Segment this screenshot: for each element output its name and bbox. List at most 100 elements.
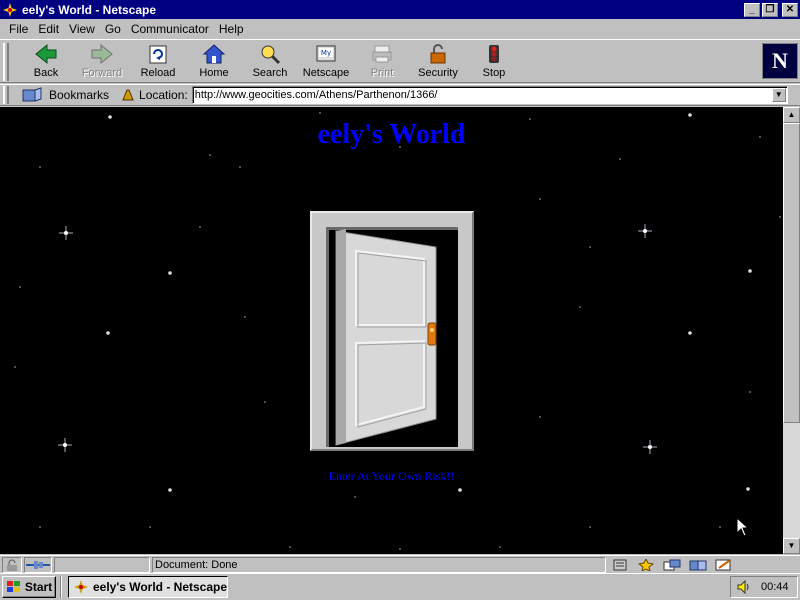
star [688, 113, 692, 117]
mouse-cursor-icon [736, 517, 750, 537]
minimize-button[interactable]: _ [744, 2, 760, 17]
star [619, 158, 621, 160]
netscape-logo[interactable]: N [762, 43, 798, 79]
sparkle-star [643, 440, 657, 454]
star [149, 526, 151, 528]
star [746, 487, 750, 491]
location-label-group: Location: [121, 88, 188, 102]
vertical-scrollbar[interactable]: ▲ ▼ [783, 107, 800, 554]
door-icon [335, 229, 437, 446]
menu-view[interactable]: View [64, 22, 100, 36]
windows-taskbar: Start eely's World - Netscape 00:44 [0, 573, 800, 600]
print-label: Print [370, 67, 394, 79]
menu-file[interactable]: File [4, 22, 33, 36]
reload-button[interactable]: Reload [130, 43, 186, 81]
search-button[interactable]: Search [242, 43, 298, 81]
svg-text:My: My [321, 49, 331, 57]
page-heading: eely's World [317, 119, 466, 150]
sparkle-star [638, 224, 652, 238]
address-book-component-icon[interactable] [688, 558, 708, 572]
sparkle-star [58, 438, 72, 452]
star [589, 526, 591, 528]
netscape-button[interactable]: My Netscape [298, 43, 354, 81]
stop-label: Stop [482, 67, 506, 79]
scroll-thumb[interactable] [783, 123, 800, 423]
navigator-component-icon[interactable] [610, 558, 630, 572]
star [199, 226, 201, 228]
printer-icon [370, 43, 394, 65]
enter-link-text[interactable]: Enter At Your Own Risk!! [0, 469, 783, 484]
taskbar-task-label: eely's World - Netscape [93, 580, 228, 594]
back-button[interactable]: Back [18, 43, 74, 81]
star [19, 286, 21, 288]
star [264, 401, 266, 403]
start-label: Start [24, 580, 53, 594]
menu-go[interactable]: Go [100, 22, 126, 36]
composer-component-icon[interactable] [714, 558, 734, 572]
star [319, 112, 321, 114]
menu-edit[interactable]: Edit [33, 22, 64, 36]
menu-communicator[interactable]: Communicator [126, 22, 214, 36]
security-button[interactable]: Security [410, 43, 466, 81]
star [589, 246, 591, 248]
star [14, 366, 16, 368]
window-title: eely's World - Netscape [22, 2, 157, 17]
toolbar-grip[interactable] [3, 43, 9, 81]
star [539, 198, 541, 200]
scroll-up-arrow-icon[interactable]: ▲ [783, 107, 800, 123]
star [289, 546, 291, 548]
star [749, 391, 751, 393]
star [106, 331, 110, 335]
bookmarks-label: Bookmarks [49, 88, 110, 102]
menu-help[interactable]: Help [214, 22, 249, 36]
my-netscape-icon: My [314, 43, 338, 65]
maximize-button[interactable]: ❐ [762, 2, 778, 17]
scroll-down-arrow-icon[interactable]: ▼ [783, 538, 800, 554]
url-dropdown-arrow-icon[interactable]: ▼ [771, 88, 786, 102]
connection-plug-icon [24, 556, 52, 573]
page-proxy-icon[interactable] [121, 88, 135, 102]
close-button[interactable]: ✕ [782, 2, 798, 17]
netscape-task-icon [73, 579, 89, 595]
star [399, 548, 401, 550]
star [539, 416, 541, 418]
start-button[interactable]: Start [2, 576, 56, 598]
url-field[interactable]: ▼ [191, 86, 788, 104]
padlock-icon [426, 43, 450, 65]
search-label: Search [252, 67, 288, 79]
star [719, 526, 721, 528]
title-bar[interactable]: eely's World - Netscape _ ❐ ✕ [0, 0, 800, 19]
bookmarks-button[interactable]: Bookmarks [21, 87, 109, 103]
netscape-app-icon[interactable] [2, 2, 18, 18]
system-tray: 00:44 [730, 576, 798, 598]
star [209, 154, 211, 156]
location-label: Location: [139, 88, 188, 102]
security-label: Security [418, 67, 458, 79]
door-image[interactable] [310, 211, 474, 451]
home-label: Home [199, 67, 229, 79]
newsgroups-component-icon[interactable] [662, 558, 682, 572]
page-content: eely's World Enter At Your Own Risk!! [0, 107, 783, 554]
star [499, 546, 501, 548]
mail-component-icon[interactable] [636, 558, 656, 572]
forward-button[interactable]: Forward [74, 43, 130, 81]
location-grip[interactable] [3, 86, 9, 104]
star [39, 526, 41, 528]
star [779, 216, 781, 218]
bookmarks-icon [21, 87, 43, 103]
taskbar-separator [60, 576, 62, 598]
security-status-lock-icon[interactable] [2, 556, 22, 573]
reload-icon [146, 43, 170, 65]
taskbar-netscape-button[interactable]: eely's World - Netscape [68, 576, 228, 598]
home-button[interactable]: Home [186, 43, 242, 81]
speaker-icon[interactable] [735, 579, 753, 595]
search-icon [258, 43, 282, 65]
url-input[interactable] [192, 88, 772, 102]
forward-label: Forward [81, 67, 123, 79]
netscape-label: Netscape [302, 67, 350, 79]
reload-label: Reload [140, 67, 176, 79]
stop-icon [482, 43, 506, 65]
print-button[interactable]: Print [354, 43, 410, 81]
navigation-toolbar: Back Forward Reload Home Search My Netsc… [0, 39, 800, 83]
stop-button[interactable]: Stop [466, 43, 522, 81]
